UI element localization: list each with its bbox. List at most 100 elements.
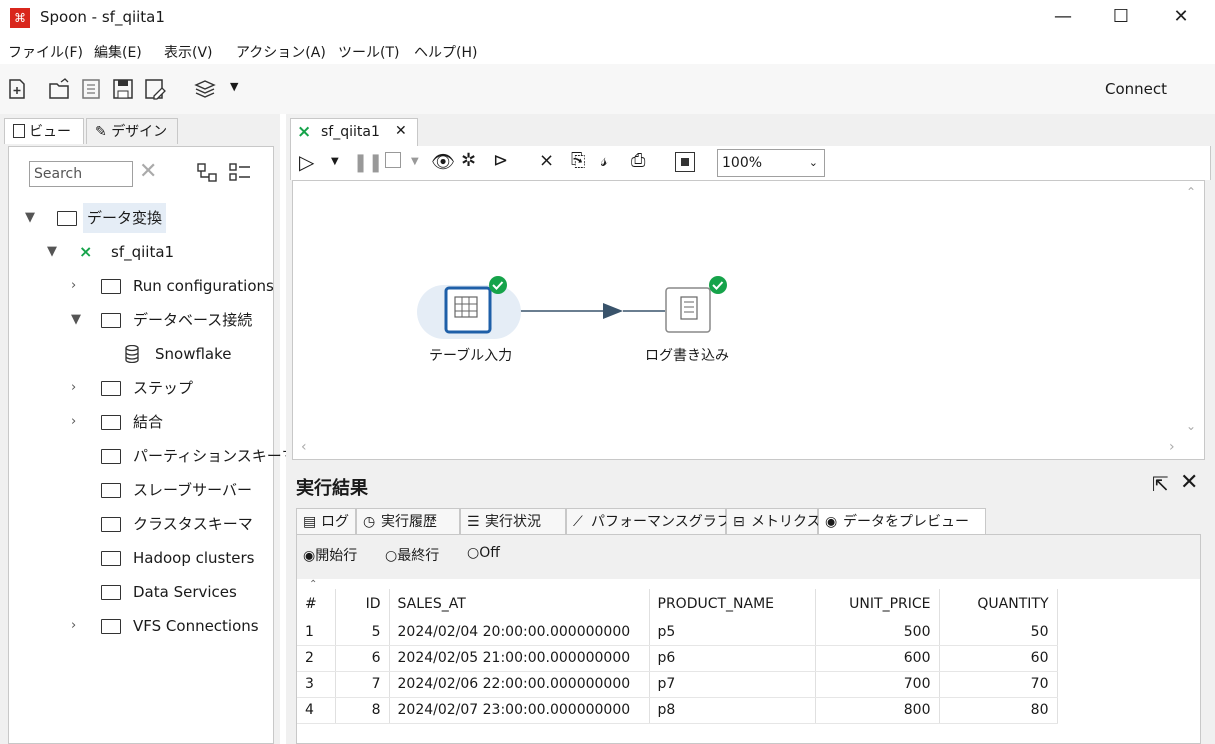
column-header[interactable]: ID [335,589,390,619]
tab-preview-data[interactable]: ◉ データをプレビュー [818,508,986,534]
tree-label: スレーブサーバー [133,481,252,499]
chevron-down-icon[interactable]: ⌄ [809,150,818,176]
radio-last-rows[interactable]: ○最終行 [385,545,439,565]
tree-row-transformation[interactable]: ▼ ⨯ sf_qiita1 [9,237,273,267]
tab-history[interactable]: ◷ 実行履歴 [356,508,460,534]
chevron-right-icon[interactable]: › [71,611,76,641]
save-as-icon[interactable] [144,78,166,100]
zoom-select[interactable]: 100% ⌄ [717,149,825,177]
search-input[interactable]: Search [29,161,133,187]
run-dropdown-chevron-icon[interactable]: ▼ [331,156,339,167]
view-tab-icon [13,124,25,138]
tab-view[interactable]: ビュー [4,118,84,144]
menu-view[interactable]: 表示(V) [164,42,213,62]
chevron-right-icon[interactable]: › [71,373,76,403]
scroll-down-icon[interactable]: ⌄ [1186,419,1196,433]
tree-row-partition-schemas[interactable]: パーティションスキーマ [9,441,297,471]
radio-unselected-icon: ○ [467,545,480,561]
chevron-right-icon[interactable]: › [71,271,76,301]
tab-log[interactable]: ▤ ログ [296,508,356,534]
chevron-down-icon[interactable]: ▼ [71,305,81,335]
scroll-left-icon[interactable]: ‹ [301,439,307,455]
preview-eye-icon[interactable]: 👁 [431,150,455,173]
table-row[interactable]: 1 5 2024/02/04 20:00:00.000000000 p5 500… [297,619,1058,646]
tree-row-root[interactable]: ▼ データ変換 [9,203,273,233]
cell-id: 5 [335,619,390,646]
show-results-icon[interactable] [675,152,695,172]
column-header[interactable]: QUANTITY [939,589,1058,619]
chevron-down-icon[interactable]: ▼ [47,237,57,267]
step-label-write-to-log[interactable]: ログ書き込み [645,345,729,365]
stop-icon[interactable] [385,152,401,168]
close-tab-icon[interactable]: ✕ [395,123,407,139]
new-file-icon[interactable] [6,78,28,100]
menu-help[interactable]: ヘルプ(H) [414,42,477,62]
minimize-button[interactable]: — [1040,4,1086,30]
table-row[interactable]: 4 8 2024/02/07 23:00:00.000000000 p8 800… [297,697,1058,724]
scroll-up-icon[interactable]: ⌃ [1186,185,1196,199]
replay-icon[interactable]: ⊳ [493,150,508,171]
pause-icon[interactable]: ❚❚ [353,152,383,173]
numbered-list-icon: ☰ [467,514,480,530]
column-header[interactable]: UNIT_PRICE [815,589,940,619]
tree-row-snowflake[interactable]: Snowflake [9,339,273,369]
tree-row-cluster-schemas[interactable]: クラスタスキーマ [9,509,273,539]
scroll-right-icon[interactable]: › [1169,439,1175,455]
expand-all-icon[interactable] [229,163,251,183]
tree-row-run-configurations[interactable]: › Run configurations [9,271,274,301]
clear-search-icon[interactable]: ✕ [139,159,157,184]
tree-label: Data Services [133,583,237,601]
close-button[interactable]: ✕ [1158,4,1204,30]
tree-row-data-services[interactable]: Data Services [9,577,273,607]
menu-file[interactable]: ファイル(F) [8,42,83,62]
chevron-down-icon[interactable]: ▼ [25,203,35,233]
save-icon[interactable] [112,78,134,100]
run-icon[interactable]: ▷ [299,150,314,174]
menu-tools[interactable]: ツール(T) [338,42,399,62]
table-row[interactable]: 3 7 2024/02/06 22:00:00.000000000 p7 700… [297,671,1058,698]
tree-row-hops[interactable]: › 結合 [9,407,273,437]
menu-action[interactable]: アクション(A) [236,42,326,62]
tab-transformation[interactable]: ⨯ sf_qiita1 ✕ [290,118,418,146]
table-header-row: # ID SALES_AT PRODUCT_NAME UNIT_PRICE QU… [297,589,1058,619]
tab-performance-graph[interactable]: ⟋ パフォーマンスグラフ [566,508,731,534]
tree-row-slave-servers[interactable]: スレーブサーバー [9,475,273,505]
connect-button[interactable]: Connect [1105,80,1167,98]
open-external-icon[interactable]: ⇱ [1152,472,1169,496]
tab-step-metrics[interactable]: ☰ 実行状況 [460,508,566,534]
table-row[interactable]: 2 6 2024/02/05 21:00:00.000000000 p6 600… [297,645,1058,672]
tree-row-steps[interactable]: › ステップ [9,373,273,403]
column-header[interactable]: PRODUCT_NAME [649,589,816,619]
tab-metrics[interactable]: ⊟ メトリクス [726,508,821,534]
layers-icon[interactable] [194,78,216,100]
transformation-icon: ⨯ [297,122,312,142]
radio-off[interactable]: ○Off [467,545,500,561]
table-input-step-icon [444,286,492,334]
column-header[interactable]: # [297,589,336,619]
debug-bug-icon[interactable]: ✲ [461,150,476,171]
layers-dropdown-chevron-icon[interactable]: ▼ [230,80,238,93]
explore-db-icon[interactable]: ⎙ [631,150,645,171]
close-results-icon[interactable]: ✕ [1180,470,1198,495]
success-check-icon [489,276,507,294]
menu-edit[interactable]: 編集(E) [94,42,142,62]
tab-design[interactable]: ✎ デザイン [86,118,178,144]
explore-repository-icon[interactable] [80,78,102,100]
maximize-button[interactable]: ☐ [1098,4,1144,30]
column-header[interactable]: SALES_AT [389,589,650,619]
line-chart-icon: ⟋ [573,514,583,530]
transformation-icon: ⨯ [79,242,93,261]
impact-analysis-icon[interactable]: ⎘ [571,150,585,171]
transformation-canvas[interactable]: テーブル入力 ログ書き込み ⌃ ⌄ ‹ › [292,180,1205,460]
radio-first-rows[interactable]: ◉開始行 [303,545,357,565]
stop-dropdown-chevron-icon[interactable]: ▼ [411,156,419,167]
tree-row-hadoop-clusters[interactable]: Hadoop clusters [9,543,273,573]
tree-row-database-connections[interactable]: ▼ データベース接続 [9,305,273,335]
sql-icon[interactable]: 𝓈 [601,150,608,171]
chevron-right-icon[interactable]: › [71,407,76,437]
tree-row-vfs-connections[interactable]: › VFS Connections [9,611,273,641]
step-label-table-input[interactable]: テーブル入力 [429,345,512,365]
open-folder-icon[interactable] [48,78,70,100]
collapse-all-icon[interactable] [197,163,219,183]
verify-icon[interactable]: ⨯ [539,150,554,171]
